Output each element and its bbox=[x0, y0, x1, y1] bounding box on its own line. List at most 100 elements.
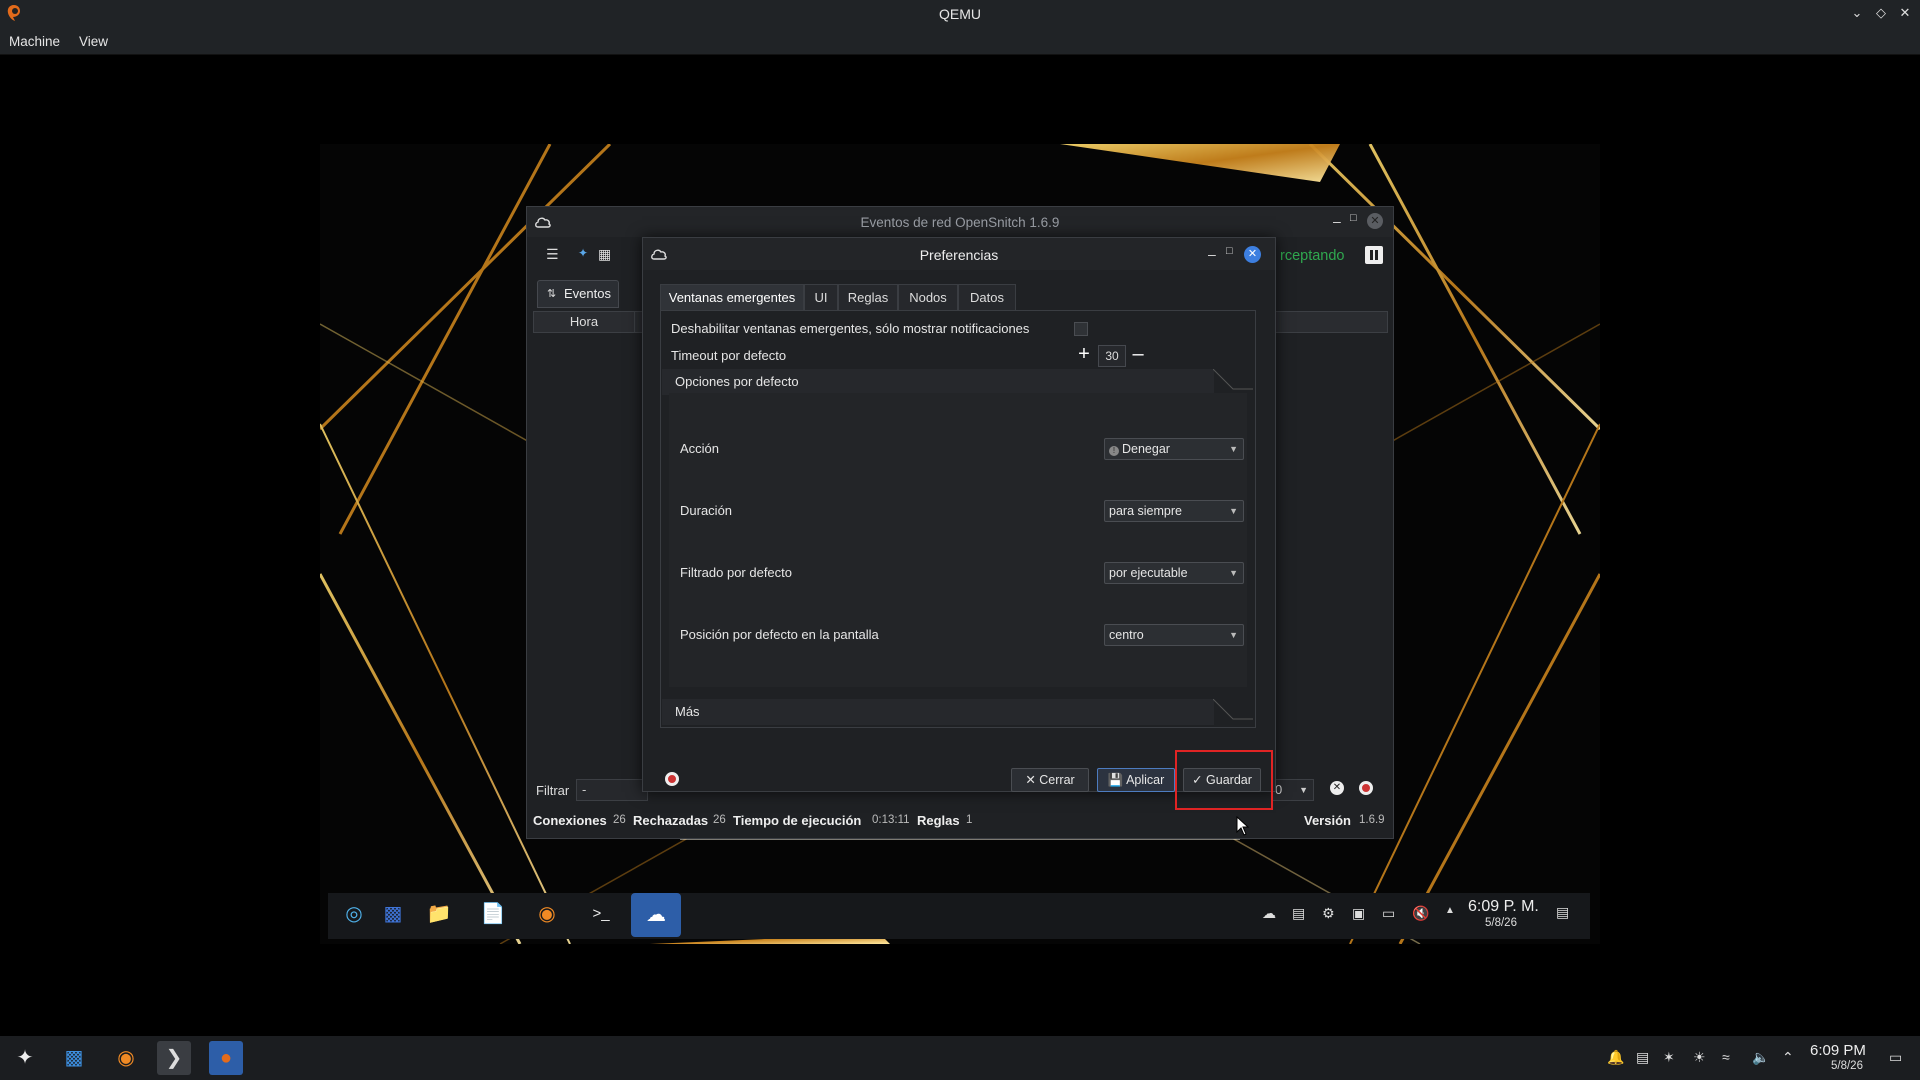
tab-panel: Deshabilitar ventanas emergentes, sólo m… bbox=[660, 310, 1256, 728]
preferences-dialog: Preferencias – □ ✕ Ventanas emergentes U… bbox=[642, 237, 1276, 792]
files-icon[interactable]: 📁 bbox=[422, 897, 456, 931]
maximize-button[interactable]: □ bbox=[1350, 212, 1357, 224]
minus-icon[interactable]: – bbox=[1129, 344, 1147, 364]
tab-datos[interactable]: Datos bbox=[958, 284, 1016, 311]
filtrado-combo[interactable]: por ejecutable ▼ bbox=[1104, 562, 1244, 584]
close-icon: ✕ bbox=[1025, 773, 1040, 787]
interceptando-label: rceptando bbox=[1280, 248, 1345, 264]
delete-icon[interactable] bbox=[1359, 781, 1373, 795]
status-tiempo-label: Tiempo de ejecución bbox=[733, 813, 862, 828]
window-title: QEMU bbox=[939, 6, 981, 22]
accion-combo[interactable]: ! Denegar ▼ bbox=[1104, 438, 1244, 460]
guest-show-desktop-icon[interactable]: ▤ bbox=[1556, 904, 1569, 921]
firefox-icon[interactable]: ◉ bbox=[530, 897, 564, 931]
disable-popups-checkbox[interactable] bbox=[1074, 322, 1088, 336]
app-launcher-icon[interactable]: ✦ bbox=[8, 1041, 42, 1075]
terminal-icon[interactable]: ❯ bbox=[157, 1041, 191, 1075]
host-tray-volume-icon[interactable]: 🔈 bbox=[1752, 1049, 1769, 1066]
menu-machine[interactable]: Machine bbox=[9, 34, 60, 49]
posicion-combo[interactable]: centro ▼ bbox=[1104, 624, 1244, 646]
disable-popups-label: Deshabilitar ventanas emergentes, sólo m… bbox=[671, 321, 1030, 336]
nodes-icon[interactable]: ✦ bbox=[578, 246, 588, 260]
host-tray-notifications-icon[interactable]: 🔔 bbox=[1607, 1049, 1624, 1066]
menu-view[interactable]: View bbox=[79, 34, 108, 49]
guest-tray-mute-icon[interactable]: 🔇 bbox=[1412, 905, 1429, 922]
minimize-button[interactable]: – bbox=[1208, 246, 1216, 262]
window-title: Eventos de red OpenSnitch 1.6.9 bbox=[860, 215, 1060, 230]
disk-icon[interactable]: ▩ bbox=[376, 897, 410, 931]
tab-nodos[interactable]: Nodos bbox=[898, 284, 958, 311]
chevron-down-icon: ▼ bbox=[1299, 785, 1308, 795]
close-button[interactable]: ✕ bbox=[1897, 5, 1913, 21]
status-reglas-value: 1 bbox=[966, 814, 973, 826]
deny-icon: ! bbox=[1109, 446, 1119, 456]
filtrado-value: por ejecutable bbox=[1109, 566, 1188, 580]
tab-ui[interactable]: UI bbox=[804, 284, 838, 311]
maximize-button[interactable]: □ bbox=[1226, 245, 1233, 257]
close-button[interactable]: ✕ bbox=[1244, 246, 1261, 263]
status-conexiones-label: Conexiones bbox=[533, 813, 607, 828]
maximize-button[interactable]: ◇ bbox=[1873, 5, 1889, 21]
tab-eventos[interactable]: ⇅ Eventos bbox=[537, 280, 619, 308]
host-taskbar bbox=[0, 1036, 1920, 1080]
dialog-title: Preferencias bbox=[919, 247, 999, 263]
host-tray-clipboard-icon[interactable]: ▤ bbox=[1636, 1049, 1649, 1066]
guest-tray-settings-icon[interactable]: ⚙ bbox=[1322, 905, 1335, 922]
menu-icon[interactable]: ☰ bbox=[546, 246, 559, 263]
guest-tray-display-icon[interactable]: ▭ bbox=[1382, 905, 1395, 922]
guest-tray-save-icon[interactable]: ▣ bbox=[1352, 905, 1365, 922]
host-show-desktop-icon[interactable]: ▭ bbox=[1889, 1049, 1902, 1066]
group-tab-corner bbox=[1213, 699, 1253, 720]
host-clock-date[interactable]: 5/8/26 bbox=[1831, 1060, 1863, 1072]
clear-filter-icon[interactable]: ✕ bbox=[1330, 781, 1344, 795]
host-tray-wifi-icon[interactable]: ≈ bbox=[1722, 1049, 1730, 1065]
host-clock-time[interactable]: 6:09 PM bbox=[1810, 1042, 1866, 1059]
guest-tray-opensnitch-icon[interactable]: ☁ bbox=[1262, 905, 1276, 922]
qemu-taskbar-icon[interactable]: ● bbox=[209, 1041, 243, 1075]
duracion-combo[interactable]: para siempre ▼ bbox=[1104, 500, 1244, 522]
help-icon[interactable] bbox=[665, 772, 679, 786]
minimize-button[interactable]: ⌄ bbox=[1849, 5, 1865, 21]
group-opciones-por-defecto[interactable]: Opciones por defecto bbox=[662, 369, 1214, 395]
firefox-icon[interactable]: ◉ bbox=[109, 1041, 143, 1075]
column-header-hora[interactable]: Hora bbox=[533, 311, 635, 333]
pause-button[interactable] bbox=[1365, 246, 1383, 264]
aplicar-button[interactable]: 💾 Aplicar bbox=[1097, 768, 1175, 792]
guest-tray-clipboard-icon[interactable]: ▤ bbox=[1292, 905, 1305, 922]
chevron-down-icon: ▼ bbox=[1229, 506, 1238, 516]
filter-input[interactable]: - bbox=[576, 779, 648, 801]
text-editor-icon[interactable]: ▩ bbox=[57, 1041, 91, 1075]
host-tray-brightness-icon[interactable]: ☀ bbox=[1693, 1049, 1706, 1066]
highlight-box bbox=[1175, 750, 1273, 810]
chevron-down-icon: ▼ bbox=[1229, 630, 1238, 640]
browser-edge-icon[interactable]: ◎ bbox=[337, 897, 371, 931]
terminal-icon[interactable]: >_ bbox=[584, 897, 618, 931]
new-rule-icon[interactable]: ▦ bbox=[598, 246, 611, 263]
save-disk-icon: 💾 bbox=[1107, 773, 1127, 787]
cerrar-label: Cerrar bbox=[1039, 773, 1075, 787]
guest-tray-expand-icon[interactable]: ▲ bbox=[1445, 905, 1455, 916]
plus-icon[interactable]: + bbox=[1075, 344, 1093, 364]
tab-reglas[interactable]: Reglas bbox=[838, 284, 898, 311]
status-reglas-label: Reglas bbox=[917, 813, 960, 828]
guest-clock-date[interactable]: 5/8/26 bbox=[1485, 917, 1517, 929]
opensnitch-taskbar-icon[interactable]: ☁ bbox=[631, 893, 681, 937]
timeout-label: Timeout por defecto bbox=[671, 348, 787, 363]
close-button[interactable]: ✕ bbox=[1367, 213, 1383, 229]
limit-value: 0 bbox=[1275, 782, 1283, 797]
host-tray-bluetooth-icon[interactable]: ✶ bbox=[1663, 1049, 1675, 1066]
filter-label: Filtrar bbox=[536, 783, 570, 798]
group-tab-corner bbox=[1213, 369, 1253, 390]
group-mas[interactable]: Más bbox=[662, 699, 1214, 725]
accion-label: Acción bbox=[680, 441, 720, 456]
document-viewer-icon[interactable]: 📄 bbox=[476, 897, 510, 931]
tab-ventanas-emergentes[interactable]: Ventanas emergentes bbox=[660, 284, 804, 311]
status-rechazadas-value: 26 bbox=[713, 814, 726, 826]
guest-clock-time[interactable]: 6:09 P. M. bbox=[1468, 898, 1539, 916]
limit-combo[interactable]: 0 ▼ bbox=[1272, 779, 1314, 801]
filtrado-label: Filtrado por defecto bbox=[680, 565, 793, 580]
timeout-value[interactable]: 30 bbox=[1098, 345, 1126, 367]
minimize-button[interactable]: – bbox=[1333, 213, 1341, 229]
host-tray-expand-icon[interactable]: ⌃ bbox=[1782, 1049, 1794, 1066]
cerrar-button[interactable]: ✕ Cerrar bbox=[1011, 768, 1089, 792]
